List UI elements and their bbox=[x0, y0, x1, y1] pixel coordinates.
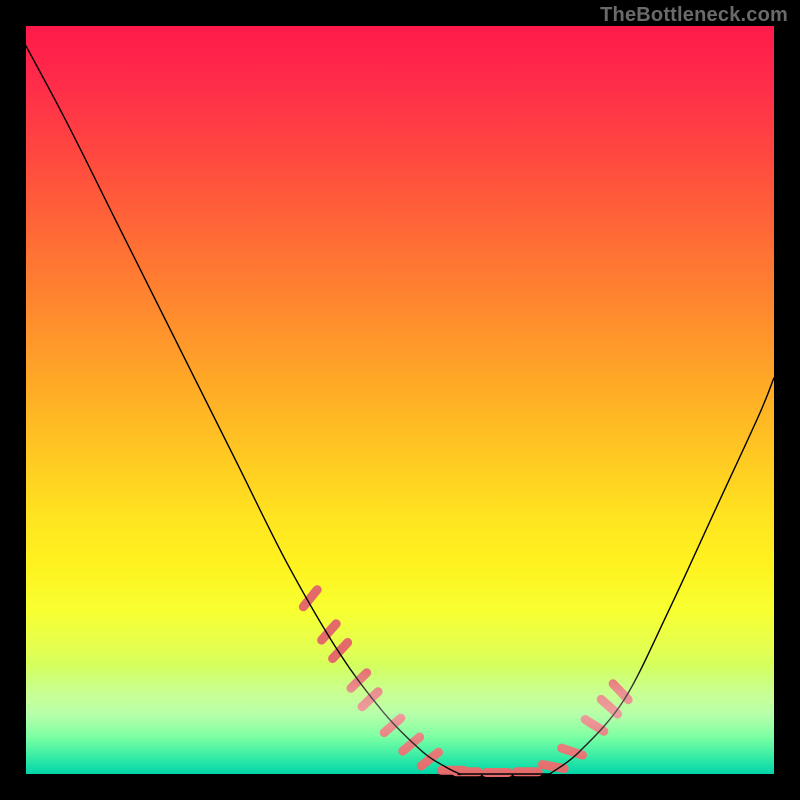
highlight-dash bbox=[403, 737, 420, 751]
highlight-dash bbox=[421, 752, 438, 766]
chart-frame: TheBottleneck.com bbox=[0, 0, 800, 800]
highlight-dash-layer bbox=[303, 590, 628, 773]
chart-svg bbox=[26, 26, 774, 774]
highlight-dash bbox=[384, 718, 401, 733]
bottleneck-curve bbox=[11, 19, 774, 776]
highlight-dash bbox=[362, 692, 378, 707]
plot-area bbox=[26, 26, 774, 774]
watermark-text: TheBottleneck.com bbox=[600, 4, 788, 27]
